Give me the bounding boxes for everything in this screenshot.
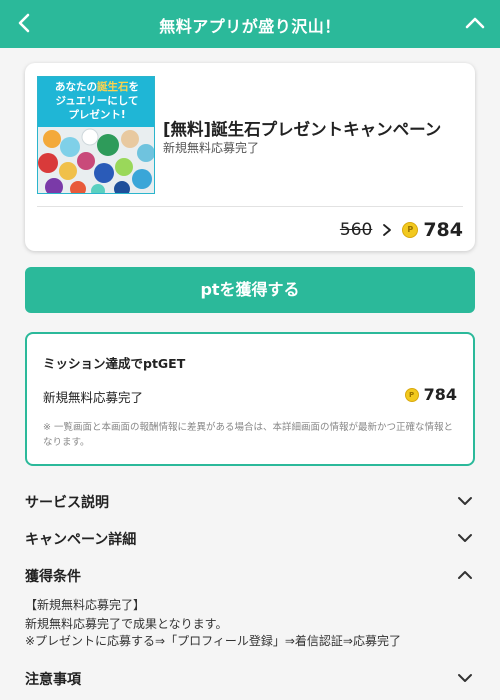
accordion-service[interactable]: サービス説明 — [25, 488, 475, 514]
accordion-notes[interactable]: 注意事項 — [25, 665, 475, 691]
chevron-down-icon — [458, 497, 472, 505]
accordion-label: キャンペーン詳細 — [25, 532, 137, 548]
points-row: 560 P 784 — [340, 218, 463, 242]
campaign-title: [無料]誕生石プレゼントキャンペーン — [163, 120, 442, 139]
header-title: 無料アプリが盛り沢山！ — [159, 17, 341, 36]
chevron-down-icon — [458, 674, 472, 682]
chevron-up-icon — [458, 571, 472, 579]
gemstones-image — [38, 127, 154, 193]
accordion-label: 獲得条件 — [25, 569, 81, 585]
conditions-steps: ※プレゼントに応募する⇒「プロフィール登録」⇒着信認証⇒応募完了 — [25, 634, 401, 648]
conditions-text: 新規無料応募完了で成果となります。 — [25, 617, 228, 631]
chevron-down-icon — [458, 534, 472, 542]
point-coin-icon: P — [404, 387, 419, 402]
campaign-card: あなたの誕生石を ジュエリーにして プレゼント! [無料]誕生石プレゼントキャン… — [25, 63, 475, 251]
accordion-conditions[interactable]: 獲得条件 — [25, 562, 475, 588]
mission-item-label: 新規無料応募完了 — [43, 390, 144, 405]
chevron-right-icon — [383, 224, 392, 236]
point-coin-icon: P — [402, 222, 419, 238]
card-divider — [37, 206, 463, 207]
campaign-subtitle: 新規無料応募完了 — [163, 141, 260, 155]
mission-note: ※ 一覧画面と本画面の報酬情報に差異がある場合は、本詳細画面の情報が最新かつ正確… — [43, 422, 453, 448]
thumbnail-banner: あなたの誕生石を ジュエリーにして プレゼント! — [38, 77, 154, 127]
mission-box: ミッション達成でptGET 新規無料応募完了 P 784 ※ 一覧画面と本画面の… — [25, 332, 475, 466]
new-points: 784 — [423, 219, 463, 241]
get-points-button[interactable]: ptを獲得する — [25, 267, 475, 313]
campaign-thumbnail: あなたの誕生石を ジュエリーにして プレゼント! — [37, 76, 155, 194]
mission-title: ミッション達成でptGET — [43, 356, 186, 371]
conditions-heading: 【新規無料応募完了】 — [25, 598, 146, 612]
mission-points-value: 784 — [423, 385, 457, 404]
top-header: 無料アプリが盛り沢山！ — [0, 0, 500, 48]
accordion-campaign-detail[interactable]: キャンペーン詳細 — [25, 525, 475, 551]
accordion-label: 注意事項 — [25, 672, 81, 688]
old-points: 560 — [339, 220, 373, 240]
accordion-label: サービス説明 — [25, 495, 109, 511]
conditions-body: 【新規無料応募完了】 新規無料応募完了で成果となります。 ※プレゼントに応募する… — [25, 597, 475, 650]
mission-points: P 784 — [404, 385, 457, 404]
chevron-up-icon[interactable] — [462, 10, 488, 36]
